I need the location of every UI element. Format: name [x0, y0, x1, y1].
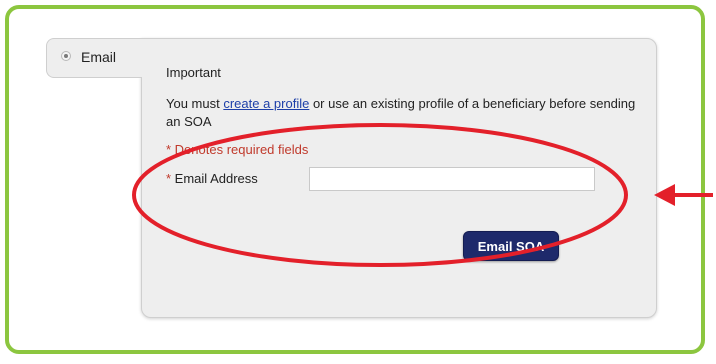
required-fields-note: * Denotes required fields — [166, 142, 309, 157]
email-address-input[interactable] — [309, 167, 595, 191]
create-profile-link[interactable]: create a profile — [223, 96, 309, 111]
profile-message: You must create a profile or use an exis… — [166, 95, 636, 131]
panel-heading: Important — [166, 65, 221, 80]
tab-email[interactable]: Email — [46, 38, 142, 78]
email-soa-button[interactable]: Email SOA — [463, 231, 559, 261]
email-radio-button[interactable] — [61, 51, 71, 61]
email-label-text: Email Address — [171, 171, 258, 186]
email-field-label: * Email Address — [166, 171, 258, 186]
email-panel: Important You must create a profile or u… — [141, 38, 657, 318]
tab-email-label: Email — [81, 49, 117, 65]
message-text-start: You must — [166, 96, 224, 111]
